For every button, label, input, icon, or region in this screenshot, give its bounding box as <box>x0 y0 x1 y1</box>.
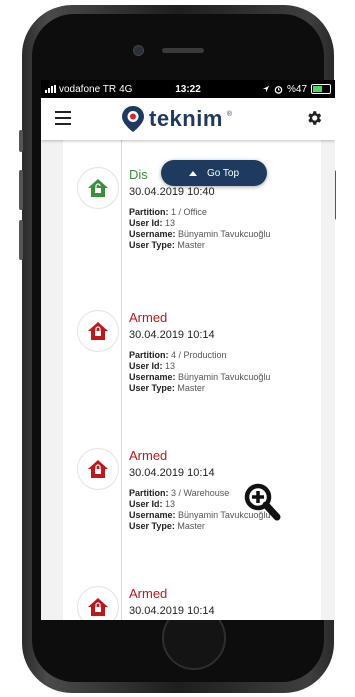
user-type-value: Master <box>177 240 205 250</box>
event-timeline: Dis 30.04.2019 10:40 Partition: 1 / Offi… <box>63 140 321 620</box>
partition-value: 3 / Warehouse <box>171 488 230 498</box>
partition-row: Partition: 1 / Office <box>129 207 207 217</box>
user-type-row: User Type: Master <box>129 383 205 393</box>
volume-down-button <box>19 220 23 260</box>
hamburger-icon[interactable] <box>55 111 71 125</box>
partition-value: 4 / Production <box>171 350 227 360</box>
event-icon-wrapper <box>77 448 119 490</box>
house-lock-icon <box>88 460 108 478</box>
username-value: Bünyamin Tavukcuoğlu <box>178 229 271 239</box>
event-status: Armed <box>129 448 168 463</box>
timeline-line <box>121 140 122 620</box>
user-id-value: 13 <box>165 361 176 371</box>
house-lock-icon <box>88 598 108 616</box>
event-time: 30.04.2019 10:14 <box>129 329 215 341</box>
house-unlock-icon <box>88 179 108 197</box>
event-status: Dis <box>129 167 148 182</box>
event-history: Dis 30.04.2019 10:40 Partition: 1 / Offi… <box>41 140 335 620</box>
user-id-value: 13 <box>165 218 176 228</box>
username-value: Bünyamin Tavukcuoğlu <box>178 372 271 382</box>
username-row: Username: Bünyamin Tavukcuoğlu <box>129 372 271 382</box>
gear-icon[interactable] <box>305 109 323 127</box>
user-id-row: User Id: 13 <box>129 218 176 228</box>
teknim-logo: teknim ® <box>121 105 232 133</box>
event-icon-wrapper <box>77 167 119 209</box>
go-top-button[interactable]: Go Top <box>161 160 267 186</box>
alarm-icon <box>274 85 283 94</box>
event-status: Armed <box>129 586 168 601</box>
event-time: 30.04.2019 10:40 <box>129 186 215 198</box>
location-icon <box>262 85 270 93</box>
status-right: %47 <box>262 84 331 95</box>
user-type-value: Master <box>177 521 205 531</box>
event-icon-wrapper <box>77 310 119 352</box>
app-screen: vodafone TR 4G 13:22 %47 teknim ® Dis 30… <box>41 80 335 620</box>
earpiece-speaker <box>162 48 204 53</box>
username-row: Username: Bünyamin Tavukcuoğlu <box>129 229 271 239</box>
partition-row: Partition: 4 / Production <box>129 350 227 360</box>
event-details: Partition: 1 / Office User Id: 13 Userna… <box>129 207 270 251</box>
house-lock-icon <box>88 322 108 340</box>
user-id-row: User Id: 13 <box>129 361 176 371</box>
user-id-value: 13 <box>165 499 176 509</box>
logo-text: teknim <box>149 106 223 131</box>
go-top-label: Go Top <box>206 167 240 179</box>
app-header: teknim ® <box>41 98 335 140</box>
event-time: 30.04.2019 10:14 <box>129 467 215 479</box>
user-type-row: User Type: Master <box>129 521 205 531</box>
location-pin-icon <box>122 106 144 132</box>
battery-icon <box>311 84 331 94</box>
user-type-value: Master <box>177 383 205 393</box>
status-bar: vodafone TR 4G 13:22 %47 <box>41 80 335 98</box>
logo-registered: ® <box>226 110 233 118</box>
mute-switch <box>19 130 23 152</box>
event-icon-wrapper <box>77 586 119 620</box>
partition-value: 1 / Office <box>171 207 207 217</box>
arrow-up-icon <box>188 170 197 176</box>
event-details: Partition: 4 / Production User Id: 13 Us… <box>129 350 270 394</box>
user-type-row: User Type: Master <box>129 240 205 250</box>
front-camera <box>133 45 144 56</box>
event-status: Armed <box>129 310 168 325</box>
zoom-in-icon[interactable] <box>243 482 281 522</box>
volume-up-button <box>19 170 23 210</box>
battery-percent: %47 <box>286 83 307 95</box>
event-time: 30.04.2019 10:14 <box>129 605 215 617</box>
